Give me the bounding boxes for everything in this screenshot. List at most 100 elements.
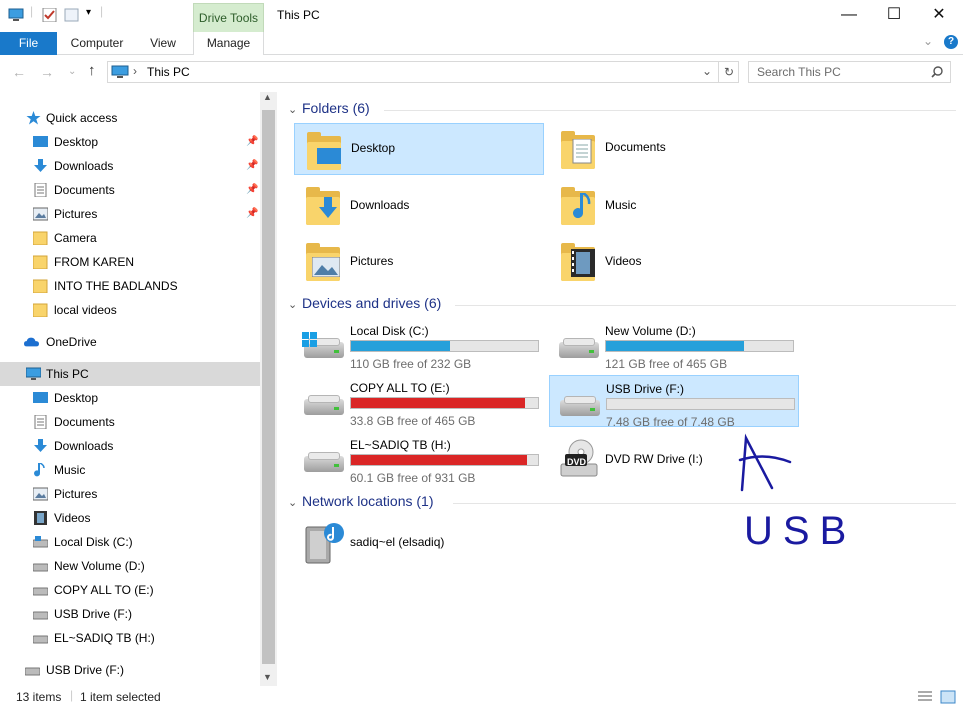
nav-quick-access[interactable]: Quick access xyxy=(0,106,260,130)
nav-pc-copy-all-to-e[interactable]: COPY ALL TO (E:) xyxy=(0,578,260,602)
pin-icon[interactable]: 📌 xyxy=(246,202,258,226)
qa-separator: | xyxy=(100,4,104,18)
maximize-button[interactable]: ☐ xyxy=(871,0,917,32)
drive-tile-e[interactable]: COPY ALL TO (E:) 33.8 GB free of 465 GB xyxy=(294,375,544,428)
desktop-icon xyxy=(33,392,48,403)
nav-qa-local-videos[interactable]: local videos xyxy=(0,298,260,322)
drive-icon xyxy=(33,563,48,572)
group-network-header[interactable]: ⌄ Network locations (1) xyxy=(288,493,434,509)
forward-button[interactable]: → xyxy=(40,64,54,80)
folder-tile-videos[interactable]: Videos xyxy=(549,235,799,287)
nav-pc-pictures[interactable]: Pictures xyxy=(0,482,260,506)
nav-qa-camera[interactable]: Camera xyxy=(0,226,260,250)
recent-locations-dropdown[interactable]: ⌄ xyxy=(68,66,76,77)
nav-this-pc[interactable]: This PC xyxy=(0,362,260,386)
folder-tile-pictures[interactable]: Pictures xyxy=(294,235,544,287)
nav-qa-desktop[interactable]: Desktop 📌 xyxy=(0,130,260,154)
nav-scrollbar[interactable]: ▲ ▼ xyxy=(260,92,277,686)
window-title: This PC xyxy=(277,8,320,22)
tab-manage[interactable]: Manage xyxy=(193,32,264,55)
collapse-chevron-icon[interactable]: ⌄ xyxy=(288,103,302,116)
folder-tile-desktop[interactable]: Desktop xyxy=(294,123,544,175)
nav-qa-documents[interactable]: Documents 📌 xyxy=(0,178,260,202)
pin-icon[interactable]: 📌 xyxy=(246,178,258,202)
drive-tile-d[interactable]: New Volume (D:) 121 GB free of 465 GB xyxy=(549,318,799,371)
pin-icon[interactable]: 📌 xyxy=(246,154,258,178)
nav-pc-new-volume-d[interactable]: New Volume (D:) xyxy=(0,554,260,578)
drive-icon xyxy=(33,587,48,596)
search-icon[interactable] xyxy=(931,66,943,78)
back-button[interactable]: ← xyxy=(12,64,26,80)
nav-pc-documents[interactable]: Documents xyxy=(0,410,260,434)
collapse-chevron-icon[interactable]: ⌄ xyxy=(288,298,302,311)
nav-pc-local-disk-c[interactable]: Local Disk (C:) xyxy=(0,530,260,554)
folder-name: Music xyxy=(605,198,637,212)
nav-qa-into-the-badlands[interactable]: INTO THE BADLANDS xyxy=(0,274,260,298)
address-dropdown-chevron-icon[interactable]: ⌄ xyxy=(702,64,712,78)
nav-pc-videos[interactable]: Videos xyxy=(0,506,260,530)
nav-label: Desktop xyxy=(54,391,99,405)
item-count: 13 items xyxy=(16,690,62,704)
customize-qa-dropdown[interactable]: ▾ xyxy=(86,7,91,18)
group-folders-header[interactable]: ⌄ Folders (6) xyxy=(288,100,370,116)
drive-tools-context-tab[interactable]: Drive Tools xyxy=(193,3,264,32)
hard-drive-icon xyxy=(304,452,344,472)
drive-icon xyxy=(25,667,40,676)
nav-qa-downloads[interactable]: Downloads 📌 xyxy=(0,154,260,178)
group-title: Devices and drives (6) xyxy=(302,295,442,311)
nav-pc-usb-drive-f[interactable]: USB Drive (F:) xyxy=(0,602,260,626)
nav-onedrive[interactable]: OneDrive xyxy=(0,330,260,354)
nav-qa-pictures[interactable]: Pictures 📌 xyxy=(0,202,260,226)
tab-computer[interactable]: Computer xyxy=(62,32,132,55)
refresh-button[interactable]: ↻ xyxy=(718,62,739,82)
breadcrumb-separator[interactable]: › xyxy=(133,64,137,78)
hard-drive-icon xyxy=(304,395,344,415)
up-button[interactable]: ↑ xyxy=(88,62,96,79)
nav-pc-downloads[interactable]: Downloads xyxy=(0,434,260,458)
help-icon[interactable]: ? xyxy=(944,35,958,49)
drive-usage-bar xyxy=(350,340,539,352)
drive-tile-c[interactable]: Local Disk (C:) 110 GB free of 232 GB xyxy=(294,318,544,371)
drive-tile-f[interactable]: USB Drive (F:) 7.48 GB free of 7.48 GB xyxy=(549,375,799,429)
details-view-icon[interactable] xyxy=(917,690,933,704)
folder-tile-documents[interactable]: Documents xyxy=(549,123,799,175)
desktop-icon xyxy=(317,148,341,164)
folder-name: Downloads xyxy=(350,198,410,212)
tab-view[interactable]: View xyxy=(140,32,186,55)
nav-label: COPY ALL TO (E:) xyxy=(54,583,154,597)
scroll-up-arrow-icon[interactable]: ▲ xyxy=(263,92,272,102)
large-icons-view-icon[interactable] xyxy=(940,690,956,704)
drive-tile-h[interactable]: EL~SADIQ TB (H:) 60.1 GB free of 931 GB xyxy=(294,432,544,485)
nav-pc-el-sadiq-tb-h[interactable]: EL~SADIQ TB (H:) xyxy=(0,626,260,650)
ribbon-expand-chevron-icon[interactable]: ⌄ xyxy=(923,34,933,48)
pin-icon[interactable]: 📌 xyxy=(246,130,258,154)
divider xyxy=(453,503,956,504)
ribbon-tabs: File Computer View Manage ⌄ ? xyxy=(0,32,963,55)
collapse-chevron-icon[interactable]: ⌄ xyxy=(288,496,302,509)
folder-tile-downloads[interactable]: Downloads xyxy=(294,179,544,231)
tab-file[interactable]: File xyxy=(0,32,57,55)
new-folder-icon[interactable] xyxy=(64,8,80,22)
minimize-button[interactable]: — xyxy=(826,0,872,32)
folder-tile-music[interactable]: Music xyxy=(549,179,799,231)
downloads-icon xyxy=(34,159,47,172)
star-icon xyxy=(26,111,41,125)
nav-pc-music[interactable]: Music xyxy=(0,458,260,482)
dvd-label: DVD xyxy=(567,457,587,467)
breadcrumb-this-pc[interactable]: This PC xyxy=(147,65,190,79)
scroll-down-arrow-icon[interactable]: ▼ xyxy=(263,672,272,682)
group-devices-header[interactable]: ⌄ Devices and drives (6) xyxy=(288,295,441,311)
folder-icon xyxy=(33,303,48,317)
search-input[interactable]: Search This PC xyxy=(748,61,951,83)
nav-pc-desktop[interactable]: Desktop xyxy=(0,386,260,410)
annotation-text: USB xyxy=(744,509,856,553)
nav-qa-from-karen[interactable]: FROM KAREN xyxy=(0,250,260,274)
status-separator: | xyxy=(70,688,74,702)
nav-usb-drive-root[interactable]: USB Drive (F:) xyxy=(0,658,260,682)
address-bar[interactable]: › This PC ⌄ ↻ xyxy=(107,61,739,83)
properties-icon[interactable] xyxy=(42,8,58,22)
scrollbar-thumb[interactable] xyxy=(262,110,275,664)
close-button[interactable]: ✕ xyxy=(916,0,962,32)
network-tile-sadiq[interactable]: sadiq~el (elsadiq) xyxy=(294,515,544,567)
folder-name: Videos xyxy=(605,254,642,268)
